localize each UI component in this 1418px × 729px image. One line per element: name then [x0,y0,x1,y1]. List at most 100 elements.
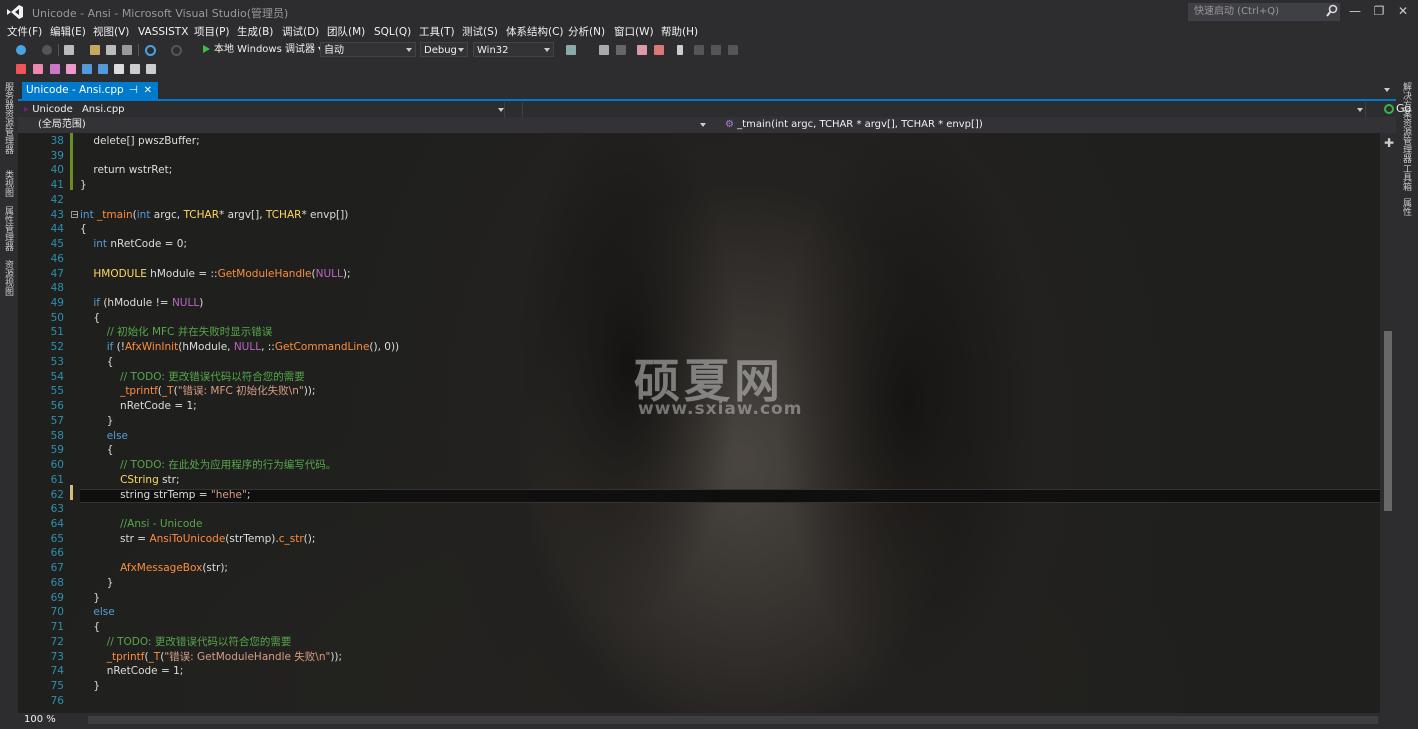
vax-open-icon[interactable] [16,64,26,74]
code-line[interactable]: 39 [18,149,1378,164]
toolbox-tab[interactable]: 工具箱 [1401,164,1413,191]
close-icon[interactable]: ✕ [144,82,152,99]
zoom-level[interactable]: 100 % [24,713,56,727]
code-line[interactable]: 42 [18,193,1378,208]
menu-tools[interactable]: 工具(T) [417,24,457,40]
code-line[interactable]: 70 else [18,605,1378,620]
menu-view[interactable]: 视图(V) [91,24,131,40]
tab-unicode-ansi-cpp[interactable]: Unicode - Ansi.cpp ⊣ ✕ [22,82,158,99]
menu-build[interactable]: 生成(B) [235,24,275,40]
vax-list-icon[interactable] [33,64,43,74]
code-line[interactable]: 43− int _tmain(int argc, TCHAR* argv[], T… [18,208,1378,223]
menu-debug[interactable]: 调试(D) [280,24,321,40]
go-button[interactable]: Go [1384,101,1411,117]
menu-test[interactable]: 测试(S) [460,24,500,40]
code-line[interactable]: 72 // TODO: 更改错误代码以符合您的需要 [18,635,1378,650]
menu-sql[interactable]: SQL(Q) [372,24,413,40]
build-config-dropdown[interactable]: Debug [420,42,468,57]
navigate-forward-icon[interactable] [42,45,52,55]
quick-launch-input[interactable]: 快速启动 (Ctrl+Q) [1188,3,1340,21]
new-project-icon[interactable] [64,45,74,55]
vax-find-icon[interactable] [66,64,76,74]
menu-file[interactable]: 文件(F) [5,24,44,40]
properties-tab[interactable]: 属性 [1401,198,1413,216]
code-line[interactable]: 61 CString str; [18,473,1378,488]
code-line[interactable]: 74 nRetCode = 1; [18,664,1378,679]
vax-methods-icon[interactable] [50,64,60,74]
code-line[interactable]: 46 [18,252,1378,267]
solution-config-dropdown[interactable]: 自动 [320,42,416,57]
vertical-scrollbar[interactable] [1380,133,1396,713]
code-line[interactable]: 66 [18,546,1378,561]
horizontal-scrollbar[interactable] [88,716,1378,724]
save-icon[interactable] [106,45,116,55]
code-line[interactable]: 63 [18,502,1378,517]
code-editor[interactable]: 硕夏网 www.sxiaw.com 38 delete[] pwszBuffer… [18,133,1380,713]
navigate-back-icon[interactable] [16,45,26,55]
vax-check-icon[interactable] [130,64,140,74]
menu-analyze[interactable]: 分析(N) [566,24,607,40]
vax-header-icon[interactable] [114,64,124,74]
code-line[interactable]: 57 } [18,414,1378,429]
toolbar-overflow-icon[interactable] [728,45,738,55]
code-line[interactable]: 38 delete[] pwszBuffer; [18,134,1378,149]
code-line[interactable]: 55 _tprintf(_T("错误: MFC 初始化失败\n")); [18,384,1378,399]
platform-dropdown[interactable]: Win32 [473,42,554,57]
scope-dropdown[interactable]: (全局范围) [38,117,86,133]
code-line[interactable]: 76 [18,694,1378,709]
menu-edit[interactable]: 编辑(E) [48,24,88,40]
code-line[interactable]: 65 str = AnsiToUnicode(strTemp).c_str(); [18,532,1378,547]
code-line[interactable]: 60 // TODO: 在此处为应用程序的行为编写代码。 [18,458,1378,473]
maximize-button[interactable]: ❐ [1368,2,1390,20]
code-line[interactable]: 40 return wstrRet; [18,163,1378,178]
collapse-icon[interactable]: − [71,210,79,218]
scrollbar-thumb[interactable] [1384,331,1392,511]
code-line[interactable]: 69 } [18,591,1378,606]
vax-refactor-icon[interactable] [146,64,156,74]
code-line[interactable]: 44 { [18,222,1378,237]
menu-team[interactable]: 团队(M) [325,24,367,40]
close-button[interactable]: ✕ [1392,2,1414,20]
save-all-icon[interactable] [122,45,132,55]
bookmark-next-icon[interactable] [654,45,664,55]
code-line[interactable]: 62 string strTemp = "hehe"; [18,488,1378,503]
code-line[interactable]: 71 { [18,620,1378,635]
start-debugging-button[interactable]: 本地 Windows 调试器 ▾ [203,42,323,58]
code-line[interactable]: 47 HMODULE hModule = ::GetModuleHandle(N… [18,267,1378,282]
code-line[interactable]: 45 int nRetCode = 0; [18,237,1378,252]
code-line[interactable]: 51 // 初始化 MFC 并在失败时显示错误 [18,325,1378,340]
code-line[interactable]: 68 } [18,576,1378,591]
server-explorer-tab[interactable]: 服务器资源管理器 [3,82,15,154]
menu-architecture[interactable]: 体系结构(C) [504,24,566,40]
member-dropdown[interactable] [522,102,1366,117]
code-line[interactable]: 67 AfxMessageBox(str); [18,561,1378,576]
uncomment-icon[interactable] [711,45,721,55]
code-line[interactable]: 58 else [18,429,1378,444]
pin-icon[interactable]: ⊣ [129,82,138,99]
redo-icon[interactable] [171,45,182,56]
menu-window[interactable]: 窗口(W) [612,24,656,40]
code-line[interactable]: 50 { [18,311,1378,326]
code-line[interactable]: 75 } [18,679,1378,694]
code-line[interactable]: 49 if (hModule != NULL) [18,296,1378,311]
code-line[interactable]: 64 //Ansi - Unicode [18,517,1378,532]
code-line[interactable]: 54 // TODO: 更改错误代码以符合您的需要 [18,370,1378,385]
vax-goto-icon[interactable] [98,64,108,74]
find-in-files-icon[interactable] [566,45,576,55]
resource-view-tab[interactable]: 资源视图 [3,260,15,296]
code-line[interactable]: 41} [18,178,1378,193]
solution-explorer-icon[interactable] [599,45,609,55]
code-line[interactable]: 56 nRetCode = 1; [18,399,1378,414]
code-line[interactable]: 52 if (!AfxWinInit(hModule, NULL, ::GetC… [18,340,1378,355]
menu-vassistx[interactable]: VASSISTX [136,24,190,40]
menu-project[interactable]: 项目(P) [192,24,232,40]
property-manager-tab[interactable]: 属性管理器 [3,206,15,251]
project-dropdown[interactable]: ▸ Unicode Ansi.cpp [20,102,505,117]
properties-icon[interactable] [616,45,626,55]
undo-icon[interactable] [145,45,156,56]
code-line[interactable]: 48 [18,281,1378,296]
code-line[interactable]: 59 { [18,443,1378,458]
code-line[interactable]: 73 _tprintf(_T("错误: GetModuleHandle 失败\n… [18,650,1378,665]
tab-overflow-dropdown-icon[interactable] [1384,88,1390,92]
code-line[interactable]: 53 { [18,355,1378,370]
